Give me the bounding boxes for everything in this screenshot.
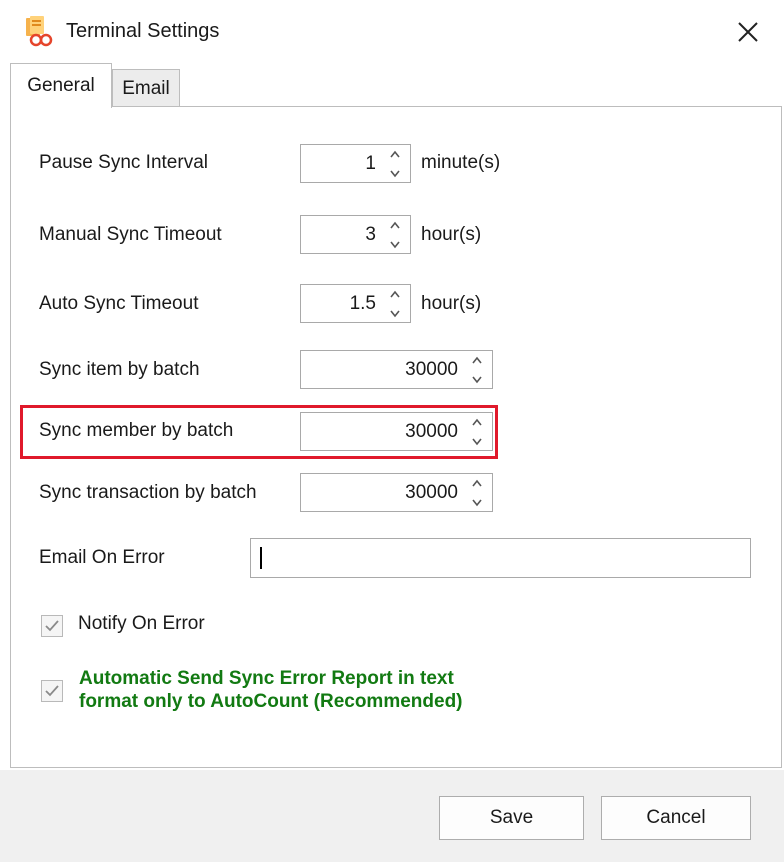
auto-sync-timeout-label: Auto Sync Timeout	[39, 293, 199, 314]
text-caret	[260, 547, 262, 569]
spin-down-icon[interactable]	[389, 170, 401, 178]
window-title: Terminal Settings	[66, 20, 220, 42]
spin-up-icon[interactable]	[389, 150, 401, 158]
save-button[interactable]: Save	[439, 796, 584, 840]
spin-up-icon[interactable]	[471, 356, 483, 364]
sync-transaction-by-batch-value: 30000	[405, 481, 458, 503]
auto-sync-timeout-unit: hour(s)	[421, 293, 482, 314]
manual-sync-timeout-value: 3	[365, 223, 376, 245]
spin-up-icon[interactable]	[389, 221, 401, 229]
notify-on-error-label: Notify On Error	[78, 613, 205, 634]
notify-on-error-checkbox[interactable]	[41, 615, 63, 637]
auto-send-report-label-line2: format only to AutoCount (Recommended)	[79, 691, 463, 712]
close-icon	[738, 22, 758, 42]
auto-send-report-label-line1: Automatic Send Sync Error Report in text	[79, 668, 454, 689]
sync-transaction-by-batch-label: Sync transaction by batch	[39, 482, 257, 503]
sync-item-by-batch-stepper[interactable]: 30000	[300, 350, 493, 389]
tab-email-label: Email	[122, 77, 170, 99]
tab-email[interactable]: Email	[112, 69, 180, 107]
check-icon	[45, 620, 59, 632]
spin-up-icon[interactable]	[389, 290, 401, 298]
tab-general-label: General	[27, 75, 95, 96]
spin-up-icon[interactable]	[471, 479, 483, 487]
close-button[interactable]	[730, 14, 766, 50]
sync-transaction-by-batch-stepper[interactable]: 30000	[300, 473, 493, 512]
auto-send-report-label: Automatic Send Sync Error Report in text…	[79, 667, 599, 713]
auto-send-report-checkbox[interactable]	[41, 680, 63, 702]
sync-item-by-batch-value: 30000	[405, 358, 458, 380]
pause-sync-interval-unit: minute(s)	[421, 152, 501, 173]
spin-down-icon[interactable]	[471, 499, 483, 507]
manual-sync-timeout-stepper[interactable]: 3	[300, 215, 411, 254]
pause-sync-interval-value: 1	[365, 152, 376, 174]
check-icon	[45, 685, 59, 697]
email-on-error-input[interactable]	[250, 538, 751, 578]
tab-general[interactable]: General	[10, 63, 112, 108]
pause-sync-interval-label: Pause Sync Interval	[39, 152, 208, 173]
email-on-error-label: Email On Error	[39, 547, 165, 568]
spin-down-icon[interactable]	[389, 241, 401, 249]
spin-down-icon[interactable]	[389, 310, 401, 318]
pause-sync-interval-stepper[interactable]: 1	[300, 144, 411, 183]
auto-sync-timeout-stepper[interactable]: 1.5	[300, 284, 411, 323]
spin-down-icon[interactable]	[471, 376, 483, 384]
sync-item-by-batch-label: Sync item by batch	[39, 359, 200, 380]
cancel-button[interactable]: Cancel	[601, 796, 751, 840]
app-icon	[24, 14, 54, 48]
highlight-box	[20, 405, 498, 459]
manual-sync-timeout-unit: hour(s)	[421, 224, 482, 245]
auto-sync-timeout-value: 1.5	[349, 292, 376, 314]
manual-sync-timeout-label: Manual Sync Timeout	[39, 224, 222, 245]
